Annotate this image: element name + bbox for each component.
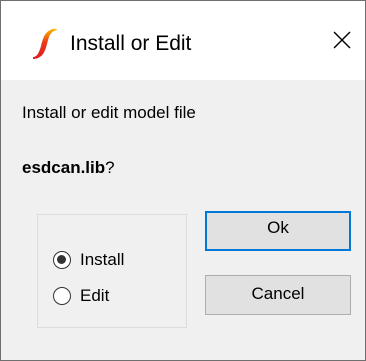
ok-button-label: Ok bbox=[267, 218, 289, 237]
cancel-button-label: Cancel bbox=[251, 284, 305, 303]
ok-button[interactable]: Ok bbox=[205, 211, 351, 251]
radio-unchecked-icon[interactable] bbox=[53, 287, 71, 305]
edit-radio[interactable]: Edit bbox=[53, 284, 109, 308]
install-radio-label[interactable]: Install bbox=[80, 249, 124, 271]
dialog-body: Install or edit model file esdcan.lib? I… bbox=[1, 80, 365, 360]
ltspice-logo-icon bbox=[33, 28, 57, 59]
edit-radio-label[interactable]: Edit bbox=[80, 285, 109, 307]
filename-text: esdcan.lib bbox=[22, 158, 106, 177]
window-title: Install or Edit bbox=[70, 32, 192, 55]
question-mark: ? bbox=[105, 158, 115, 177]
radio-checked-icon[interactable] bbox=[53, 251, 71, 269]
install-radio[interactable]: Install bbox=[53, 248, 124, 272]
install-or-edit-dialog: Install or Edit Install or edit model fi… bbox=[0, 0, 366, 361]
cancel-button[interactable]: Cancel bbox=[205, 275, 351, 315]
title-bar[interactable]: Install or Edit bbox=[1, 1, 365, 80]
filename-prompt: esdcan.lib? bbox=[22, 157, 115, 179]
close-icon[interactable] bbox=[325, 23, 359, 57]
message-text: Install or edit model file bbox=[22, 103, 196, 122]
mode-groupbox: Install Edit bbox=[37, 214, 187, 328]
